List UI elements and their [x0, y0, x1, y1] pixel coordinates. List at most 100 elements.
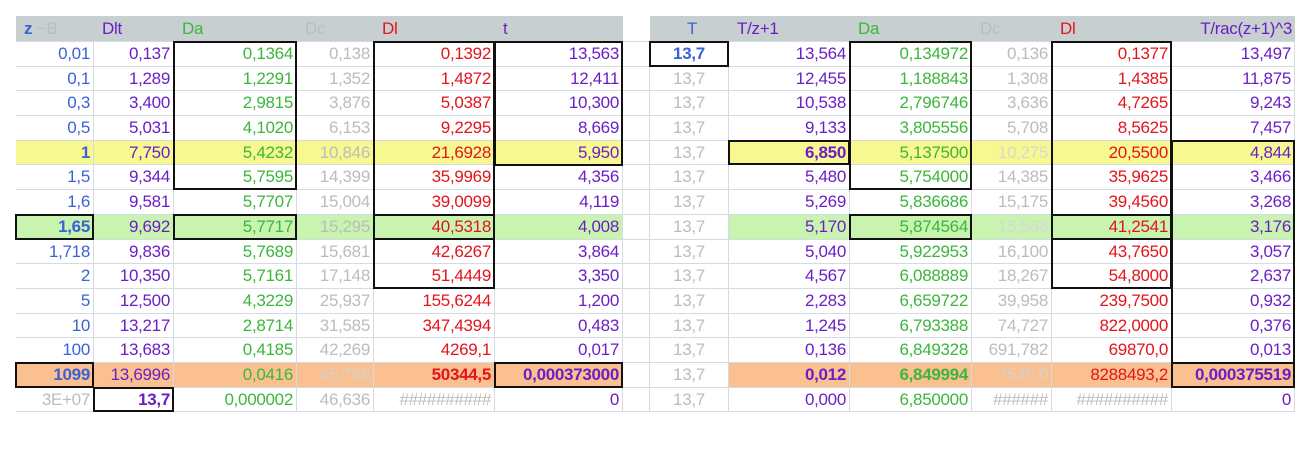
cell[interactable]: 12,500 — [94, 288, 174, 314]
cell[interactable]: 5,137500 — [850, 140, 972, 166]
cell[interactable]: 5,269 — [729, 190, 850, 215]
cell[interactable]: 50344,5 — [374, 362, 495, 388]
cell[interactable]: 0,5 — [16, 116, 94, 141]
cell[interactable]: 13,7 — [650, 42, 729, 67]
cell[interactable]: 5,754000 — [850, 165, 972, 191]
cell[interactable]: 2 — [16, 264, 94, 289]
cell[interactable]: 5,708 — [972, 116, 1052, 141]
cell[interactable]: 41,2541 — [1052, 214, 1172, 240]
cell[interactable]: 42,269 — [297, 338, 374, 363]
cell[interactable]: 155,6244 — [374, 288, 495, 314]
cell[interactable]: 6,088889 — [850, 264, 972, 289]
cell[interactable]: 1,65 — [16, 214, 94, 240]
column-header[interactable]: Da — [850, 16, 972, 42]
cell[interactable]: 18,267 — [972, 264, 1052, 289]
cell[interactable]: 0,376 — [1172, 313, 1295, 339]
column-header[interactable]: Dc — [972, 16, 1052, 42]
cell[interactable]: 2,796746 — [850, 91, 972, 117]
cell[interactable]: 1,245 — [729, 313, 850, 339]
cell[interactable]: 35,9625 — [1052, 165, 1172, 191]
cell[interactable]: 347,4394 — [374, 313, 495, 339]
cell[interactable]: 3,176 — [1172, 214, 1295, 240]
cell[interactable]: 0,932 — [1172, 288, 1295, 314]
cell[interactable]: 0,1364 — [174, 42, 297, 67]
cell[interactable]: 13,7 — [650, 313, 729, 339]
cell[interactable]: 0,136 — [972, 42, 1052, 67]
cell[interactable]: 46,636 — [297, 387, 374, 413]
cell[interactable]: 6,793388 — [850, 313, 972, 339]
cell[interactable]: 0 — [1172, 387, 1295, 413]
cell[interactable]: 0,483 — [495, 313, 623, 339]
cell[interactable]: 10,538 — [729, 91, 850, 117]
cell[interactable]: 3,636 — [972, 91, 1052, 117]
cell[interactable]: 13,217 — [94, 313, 174, 339]
cell[interactable]: 1,308 — [972, 66, 1052, 92]
cell[interactable]: 13,7 — [650, 288, 729, 314]
cell[interactable]: 16,100 — [972, 239, 1052, 265]
cell[interactable]: 13,7 — [650, 140, 729, 166]
cell[interactable]: 42,6267 — [374, 239, 495, 265]
cell[interactable]: 54,8000 — [1052, 264, 1172, 289]
cell[interactable]: 12,411 — [495, 66, 623, 92]
cell[interactable]: 5,031 — [94, 116, 174, 141]
cell[interactable]: 10,350 — [94, 264, 174, 289]
cell[interactable]: 74,727 — [972, 313, 1052, 339]
cell[interactable]: 13,564 — [729, 42, 850, 67]
cell[interactable]: 13,7 — [650, 387, 729, 413]
cell[interactable]: 9,344 — [94, 165, 174, 191]
cell[interactable]: 5,922953 — [850, 239, 972, 265]
cell[interactable]: 0,000373000 — [495, 362, 623, 388]
cell[interactable]: 822,0000 — [1052, 313, 1172, 339]
column-header[interactable]: Dc — [297, 16, 374, 42]
cell[interactable]: 13,683 — [94, 338, 174, 363]
cell[interactable]: 4,567 — [729, 264, 850, 289]
cell[interactable]: 0,1 — [16, 66, 94, 92]
cell[interactable]: 1099 — [16, 362, 94, 388]
cell[interactable]: 69870,0 — [1052, 338, 1172, 363]
cell[interactable]: 1,6 — [16, 190, 94, 215]
cell[interactable]: 3,466 — [1172, 165, 1295, 191]
cell[interactable]: 51,4449 — [374, 264, 495, 289]
cell[interactable]: 0,012 — [729, 362, 850, 388]
cell[interactable]: 0,0416 — [174, 362, 297, 388]
cell[interactable]: 5,7707 — [174, 190, 297, 215]
cell[interactable]: 10,275 — [972, 140, 1052, 166]
cell[interactable]: 4,3229 — [174, 288, 297, 314]
cell[interactable]: 20,5500 — [1052, 140, 1172, 166]
cell[interactable]: 0,4185 — [174, 338, 297, 363]
cell[interactable]: 5,874564 — [850, 214, 972, 240]
cell[interactable]: 1,200 — [495, 288, 623, 314]
cell[interactable]: 15,295 — [297, 214, 374, 240]
cell[interactable]: ########## — [374, 387, 495, 413]
cell[interactable]: 3E+07 — [16, 387, 94, 413]
cell[interactable]: ###### — [972, 387, 1052, 413]
cell[interactable]: 4,844 — [1172, 140, 1295, 166]
cell[interactable]: 7,457 — [1172, 116, 1295, 141]
cell[interactable]: 11,875 — [1172, 66, 1295, 92]
cell[interactable]: 5,836686 — [850, 190, 972, 215]
cell[interactable]: 13,7 — [94, 387, 174, 413]
cell[interactable]: 0,1392 — [374, 42, 495, 67]
cell[interactable]: 1,5 — [16, 165, 94, 191]
cell[interactable]: 2,8714 — [174, 313, 297, 339]
cell[interactable]: 4,7265 — [1052, 91, 1172, 117]
cell[interactable]: 1,289 — [94, 66, 174, 92]
cell[interactable]: 1,4385 — [1052, 66, 1172, 92]
cell[interactable]: 0,134972 — [850, 42, 972, 67]
cell[interactable]: 15,568 — [972, 214, 1052, 240]
cell[interactable]: 9,133 — [729, 116, 850, 141]
column-header[interactable]: T/z+1 — [729, 16, 850, 42]
cell[interactable]: 39,0099 — [374, 190, 495, 215]
cell[interactable]: 17,148 — [297, 264, 374, 289]
cell[interactable]: 4,008 — [495, 214, 623, 240]
cell[interactable]: 13,7 — [650, 362, 729, 388]
cell[interactable]: 13,7 — [650, 214, 729, 240]
cell[interactable]: 14,385 — [972, 165, 1052, 191]
cell[interactable]: 45,768 — [297, 362, 374, 388]
cell[interactable]: 4,119 — [495, 190, 623, 215]
cell[interactable]: 0,013 — [1172, 338, 1295, 363]
cell[interactable]: 0,138 — [297, 42, 374, 67]
cell[interactable]: 31,585 — [297, 313, 374, 339]
cell[interactable]: 13,7 — [650, 338, 729, 363]
cell[interactable]: 9,836 — [94, 239, 174, 265]
